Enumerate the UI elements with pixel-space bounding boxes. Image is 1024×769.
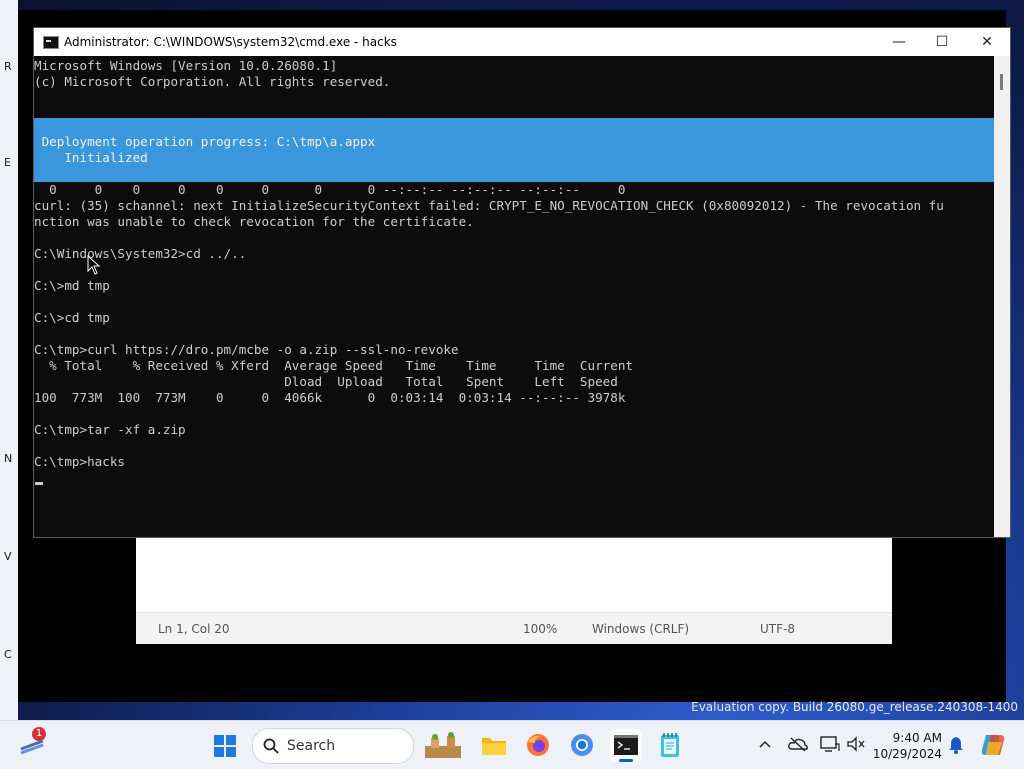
clock-time: 9:40 AM xyxy=(892,731,942,745)
chrome-icon xyxy=(571,734,593,756)
status-position: Ln 1, Col 20 xyxy=(158,622,230,636)
console-line: C:\tmp>curl https://dro.pm/mcbe -o a.zip… xyxy=(34,342,459,357)
notifications-bell-button[interactable] xyxy=(946,735,966,755)
active-app-indicator xyxy=(619,759,633,762)
console-scrollbar[interactable] xyxy=(994,56,1010,537)
console-line: curl: (35) schannel: next InitializeSecu… xyxy=(34,198,944,213)
console-line: Dload Upload Total Spent Left Speed xyxy=(34,374,618,389)
cmd-titlebar[interactable]: Administrator: C:\WINDOWS\system32\cmd.e… xyxy=(34,28,1010,56)
notification-button[interactable]: 1 xyxy=(18,727,46,757)
text-cursor xyxy=(35,482,43,485)
taskbar-clock[interactable]: 9:40 AM 10/29/2024 xyxy=(872,730,942,762)
deployment-progress-banner: Deployment operation progress: C:\tmp\a.… xyxy=(34,118,994,182)
console-line: C:\>md tmp xyxy=(34,278,110,293)
scrollbar-thumb[interactable] xyxy=(1000,74,1003,90)
close-button[interactable]: ✕ xyxy=(964,28,1010,56)
file-explorer-icon xyxy=(482,738,506,755)
copilot-button[interactable] xyxy=(978,730,1008,760)
console-line: 0 0 0 0 0 0 0 0 --:--:-- --:--:-- --:--:… xyxy=(34,182,626,197)
taskbar: 1 Search 9:40 AM 10/29/2024 xyxy=(0,720,1024,769)
status-zoom[interactable]: 100% xyxy=(523,622,557,636)
window-title: Administrator: C:\WINDOWS\system32\cmd.e… xyxy=(64,35,397,49)
console-line: C:\tmp>tar -xf a.zip xyxy=(34,422,186,437)
network-display-button[interactable] xyxy=(819,734,841,754)
console-line: C:\>cd tmp xyxy=(34,310,110,325)
close-icon: ✕ xyxy=(981,34,993,50)
desktop-icon-label[interactable]: E xyxy=(4,156,11,169)
onedrive-button[interactable] xyxy=(787,734,809,754)
desktop-icon-label[interactable]: R xyxy=(4,60,12,73)
minimize-icon: — xyxy=(892,34,906,50)
notepad-window[interactable]: Ln 1, Col 20 100% Windows (CRLF) UTF-8 xyxy=(136,538,892,644)
onedrive-icon xyxy=(788,737,808,752)
volume-button[interactable] xyxy=(845,734,867,754)
cmd-window[interactable]: Administrator: C:\WINDOWS\system32\cmd.e… xyxy=(34,28,1010,537)
console-output[interactable]: Microsoft Windows [Version 10.0.26080.1]… xyxy=(34,56,994,537)
console-line: C:\Windows\System32>cd ../.. xyxy=(34,246,247,261)
notepad-icon xyxy=(661,733,679,757)
terminal-icon xyxy=(614,735,638,755)
display-icon xyxy=(820,736,840,752)
notepad-button[interactable] xyxy=(656,730,684,760)
progress-line: Deployment operation progress: C:\tmp\a.… xyxy=(34,134,376,149)
widgets-icon xyxy=(425,732,461,758)
maximize-button[interactable]: ☐ xyxy=(919,28,965,56)
minimize-button[interactable]: — xyxy=(876,28,922,56)
notification-badge: 1 xyxy=(32,727,46,741)
status-line-endings[interactable]: Windows (CRLF) xyxy=(592,622,689,636)
cmd-app-icon[interactable] xyxy=(43,36,59,49)
chevron-up-icon xyxy=(759,740,771,748)
firefox-icon xyxy=(527,734,549,756)
widgets-button[interactable] xyxy=(422,731,464,761)
maximize-icon: ☐ xyxy=(935,34,949,50)
desktop-icon-label[interactable]: C xyxy=(4,648,12,661)
clock-date: 10/29/2024 xyxy=(872,747,942,761)
console-line: nction was unable to check revocation fo… xyxy=(34,214,474,229)
status-encoding[interactable]: UTF-8 xyxy=(760,622,795,636)
volume-icon xyxy=(847,736,865,752)
console-line: % Total % Received % Xferd Average Speed… xyxy=(34,358,633,373)
desktop-icon-strip: R E N V C xyxy=(0,0,18,720)
search-icon xyxy=(263,738,279,754)
start-icon xyxy=(214,735,236,757)
progress-line: Initialized xyxy=(34,150,148,165)
desktop-icon-label[interactable]: V xyxy=(4,550,12,563)
taskbar-search-box[interactable]: Search xyxy=(252,728,414,764)
terminal-button[interactable] xyxy=(610,729,642,762)
notepad-status-bar: Ln 1, Col 20 100% Windows (CRLF) UTF-8 xyxy=(136,612,892,644)
evaluation-watermark: Evaluation copy. Build 26080.ge_release.… xyxy=(691,700,1018,714)
console-line: Microsoft Windows [Version 10.0.26080.1] xyxy=(34,58,338,73)
bell-icon xyxy=(949,737,963,754)
search-label: Search xyxy=(287,738,336,754)
chrome-button[interactable] xyxy=(568,731,596,759)
start-button[interactable] xyxy=(211,732,239,760)
show-hidden-icons-button[interactable] xyxy=(756,735,774,753)
mouse-pointer-icon xyxy=(87,255,101,275)
console-line: C:\tmp>hacks xyxy=(34,454,125,469)
copilot-icon xyxy=(981,735,1005,755)
console-line: (c) Microsoft Corporation. All rights re… xyxy=(34,74,391,89)
desktop-icon-label[interactable]: N xyxy=(4,452,12,465)
file-explorer-button[interactable] xyxy=(480,731,508,759)
firefox-button[interactable] xyxy=(524,731,552,759)
console-line: 100 773M 100 773M 0 0 4066k 0 0:03:14 0:… xyxy=(34,390,626,405)
